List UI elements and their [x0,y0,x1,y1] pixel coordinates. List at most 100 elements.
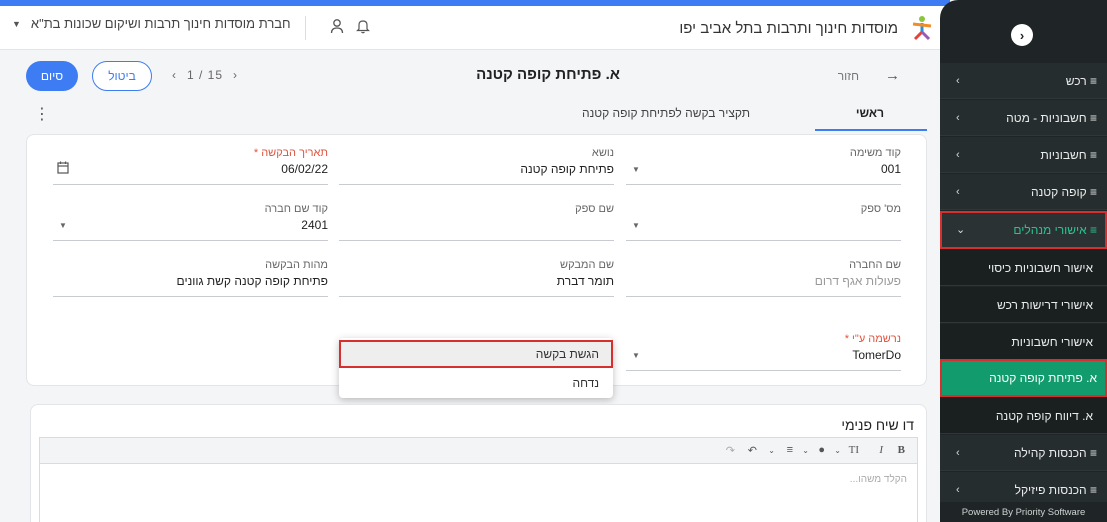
app-title: מוסדות חינוך ותרבות בתל אביב יפו [679,19,898,37]
arrow-right-icon: → [885,67,900,84]
sidebar-item-label: א. דיווח קופה קטנה [995,408,1093,423]
list-code-field[interactable]: קוד משימה 001 ▼ [626,147,901,185]
dropdown-caret-icon: ▼ [632,351,640,360]
app-header: ▼ חברת מוסדות חינוך תרבות ושיקום שכונות … [0,6,950,50]
text-color-icon[interactable]: ● [818,444,825,456]
dropdown-option-submit-request[interactable]: הגשת בקשה [339,340,613,368]
internal-discussion-card: דו שיח פנימי B I TI ⌄ ● ⌄ ≡ ⌄ ↶ ↷ הקלד מ… [30,404,927,522]
field-value: 001 [880,162,901,176]
field-value: TomerDo [852,348,901,362]
subject-field[interactable]: נושא פתיחת קופה קטנה [339,147,614,185]
sidebar-collapse-button[interactable]: › [1011,24,1033,46]
pager-position: 1 / 15 [187,68,224,82]
page-title: א. פתיחת קופה קטנה [476,66,620,83]
pager-prev-button[interactable]: ‹ [172,68,177,82]
company-name: חברת מוסדות חינוך תרבות ושיקום שכונות בת… [30,16,291,31]
chevron-down-icon[interactable]: ⌄ [768,446,775,455]
chevron-down-icon[interactable]: ⌄ [834,446,841,455]
field-value: 2401 [301,218,328,232]
editor-placeholder: הקלד משהו... [849,474,907,485]
cancel-button[interactable]: ביטול [92,61,152,91]
field-label: קוד משימה [849,147,901,159]
chevron-left-icon: ‹ [956,111,960,124]
header-divider [305,16,306,40]
chevron-left-icon: ‹ [956,148,960,161]
sidebar-item-community-income[interactable]: ‹ ≡ הכנסות קהילה [940,435,1107,471]
chevron-down-icon: ⌄ [956,224,966,236]
field-label: תאריך הבקשה * [253,147,328,159]
status-dropdown-menu: הגשת בקשה נדחה [339,338,613,398]
chevron-left-icon: ‹ [956,483,960,496]
italic-button[interactable]: I [879,444,883,456]
user-icon[interactable] [330,18,344,38]
discussion-editor[interactable]: B I TI ⌄ ● ⌄ ≡ ⌄ ↶ ↷ הקלד משהו... [39,437,918,522]
company-name-field[interactable]: שם החברה פעולות אגף דרום [626,259,901,297]
calendar-icon[interactable] [57,161,69,177]
sidebar-item-label: אישורי חשבוניות [1011,334,1093,349]
registered-by-field[interactable]: נרשמה ע"י * TomerDo ▼ [626,333,901,371]
record-pager: ‹ 1 / 15 › [172,68,238,82]
text-size-button[interactable]: TI [849,444,859,456]
field-label: מהות הבקשה [265,259,328,271]
request-date-field[interactable]: תאריך הבקשה * 06/02/22 [53,147,328,185]
supplier-number-field[interactable]: מס' ספק ▼ [626,203,901,241]
app-logo [908,14,936,42]
app-brand[interactable]: מוסדות חינוך ותרבות בתל אביב יפו [679,12,936,44]
company-selector[interactable]: ▼ חברת מוסדות חינוך תרבות ושיקום שכונות … [12,16,291,31]
sidebar-subitem-cover-invoice-approval[interactable]: אישור חשבוניות כיסוי [940,250,1107,286]
chevron-down-icon[interactable]: ⌄ [802,446,809,455]
field-label: שם ספק [575,203,614,215]
sidebar-item-label: ≡ חשבוניות - מטה [1006,110,1097,125]
editor-toolbar: B I TI ⌄ ● ⌄ ≡ ⌄ ↶ ↷ [40,438,917,464]
field-label: מס' ספק [860,203,901,215]
dropdown-caret-icon: ▼ [59,221,67,230]
supplier-name-field[interactable]: שם ספק [339,203,614,241]
redo-icon[interactable]: ↷ [726,444,735,457]
sidebar-item-label: ≡ קופה קטנה [1031,184,1097,199]
dropdown-caret-icon: ▼ [12,18,21,29]
sidebar-item-label: ≡ הכנסות קהילה [1013,445,1097,460]
sidebar-item-label: ≡ הכנסות פיזיקל [1014,482,1097,497]
request-essence-field[interactable]: מהות הבקשה פתיחת קופה קטנה קשת גוונים [53,259,328,297]
sidebar-item-label: ≡ רכש [1065,73,1097,88]
sidebar-item-petty-cash[interactable]: ‹ ≡ קופה קטנה [940,174,1107,210]
dropdown-caret-icon: ▼ [632,221,640,230]
sidebar-subitem-open-petty-cash[interactable]: א. פתיחת קופה קטנה [940,359,1107,397]
sidebar-subitem-invoice-approvals[interactable]: אישורי חשבוניות [940,324,1107,360]
field-label: קוד שם חברה [264,203,328,215]
tab-main[interactable]: ראשי [856,106,884,120]
undo-icon[interactable]: ↶ [748,444,757,457]
sidebar-subitem-petty-cash-report[interactable]: א. דיווח קופה קטנה [940,398,1107,434]
back-button[interactable]: → חזור [838,67,900,84]
discussion-title: דו שיח פנימי [841,417,914,433]
sidebar-item-manager-approvals[interactable]: ⌄ ≡ אישורי מנהלים [940,211,1107,249]
sidebar-subitem-purchase-request-approvals[interactable]: אישורי דרישות רכש [940,287,1107,323]
sidebar-item-purchasing[interactable]: ‹ ≡ רכש [940,63,1107,99]
chevron-left-icon: ‹ [956,446,960,459]
back-label: חזור [837,68,859,83]
requester-name-field[interactable]: שם המבקש תומר דברת [339,259,614,297]
field-label: נרשמה ע"י * [844,333,901,345]
company-code-field[interactable]: קוד שם חברה 2401 ▼ [53,203,328,241]
bold-button[interactable]: B [898,444,905,456]
sidebar-item-label: ≡ חשבוניות [1040,147,1097,162]
dropdown-option-rejected[interactable]: נדחה [339,369,613,397]
dropdown-caret-icon: ▼ [632,165,640,174]
powered-by-footer: Powered By Priority Software [940,502,1107,522]
form-tabs: ⋮ ראשי תקציר בקשה לפתיחת קופה קטנה [0,100,940,132]
field-value: פעולות אגף דרום [814,274,901,288]
align-icon[interactable]: ≡ [787,444,793,456]
sidebar: › ‹ ≡ רכש ‹ ≡ חשבוניות - מטה ‹ ≡ חשבוניו… [940,0,1107,522]
field-label: שם המבקש [560,259,614,271]
field-label: נושא [591,147,614,159]
more-options-icon[interactable]: ⋮ [34,104,50,124]
field-value: פתיחת קופה קטנה קשת גוונים [176,274,328,288]
pager-next-button[interactable]: › [233,68,238,82]
bell-icon[interactable] [356,18,370,38]
finish-button[interactable]: סיום [26,61,78,91]
sidebar-item-invoices[interactable]: ‹ ≡ חשבוניות [940,137,1107,173]
sidebar-item-hq-invoices[interactable]: ‹ ≡ חשבוניות - מטה [940,100,1107,136]
field-value: תומר דברת [556,274,614,288]
tab-request-summary[interactable]: תקציר בקשה לפתיחת קופה קטנה [582,106,750,120]
sidebar-item-label: א. פתיחת קופה קטנה [989,370,1097,385]
